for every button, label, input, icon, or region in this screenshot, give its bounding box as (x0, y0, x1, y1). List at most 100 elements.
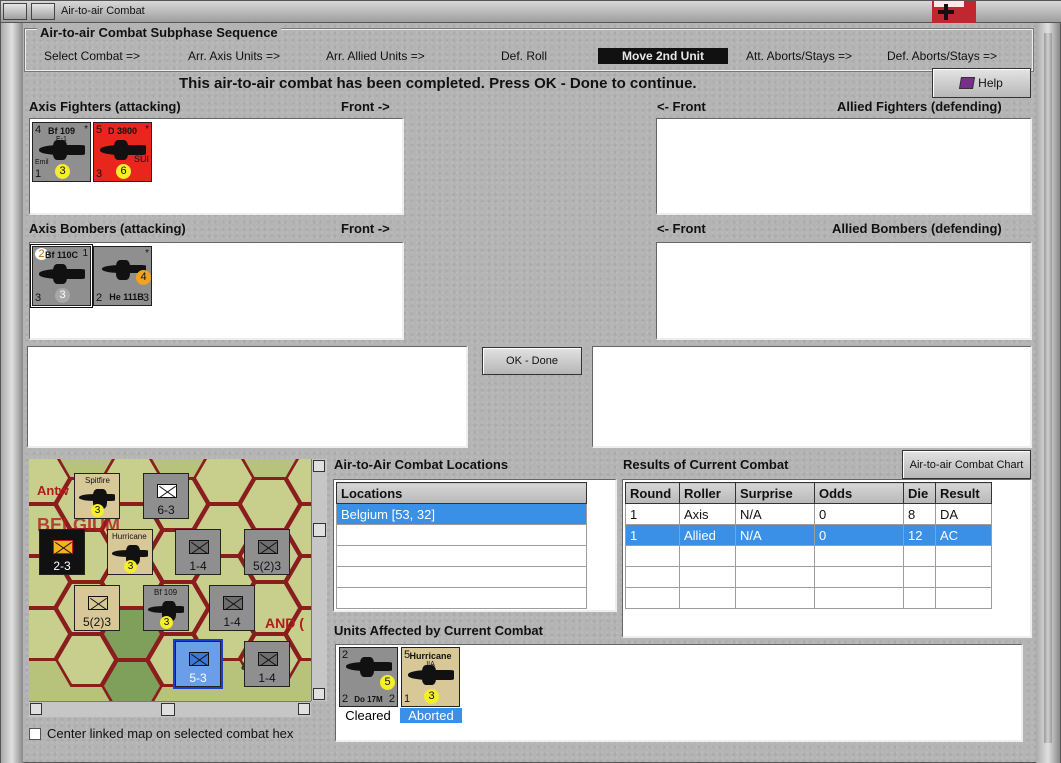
counter-type: Bf 109 (47, 126, 75, 136)
affected-unit-counter[interactable]: 2 5 2 Do 17M 2 (339, 647, 398, 707)
axis-bomber-counter[interactable]: * 4 2 He 111B 3 (93, 246, 152, 306)
map-unit-counter[interactable]: 6-3 (143, 473, 189, 519)
subphase-title: Air-to-air Combat Subphase Sequence (37, 25, 281, 40)
cell-odds: 0 (814, 503, 904, 525)
allied-fighters-panel[interactable] (656, 118, 1032, 215)
cell-die: 8 (903, 503, 936, 525)
locations-header: Locations (336, 482, 587, 504)
system-menu-button[interactable] (3, 3, 27, 20)
unit-status-aborted: Aborted (400, 708, 462, 723)
map-fighter-counter[interactable]: Bf 109 3 (143, 585, 189, 631)
allied-fighters-label: Allied Fighters (defending) (837, 99, 1002, 114)
bomber-plane-icon (39, 264, 85, 284)
location-row[interactable] (336, 524, 587, 546)
allied-info-panel (592, 346, 1032, 448)
scroll-up-icon[interactable] (313, 460, 325, 472)
counter-nation: SUI (133, 154, 149, 164)
map-unit-value: 6-3 (157, 503, 175, 517)
results-row[interactable] (625, 566, 992, 588)
location-row[interactable] (336, 545, 587, 567)
cell-round: 1 (625, 503, 680, 525)
scroll-left-icon[interactable] (30, 703, 42, 715)
counter-center: 4 (136, 270, 151, 285)
location-cell[interactable] (336, 566, 587, 588)
axis-fighters-label: Axis Fighters (attacking) (29, 99, 181, 114)
cell-result: AC (935, 524, 992, 546)
center-map-checkbox[interactable] (29, 728, 41, 740)
axis-fighter-counter[interactable]: 5 D 3800 * SUI 3 6 (93, 122, 152, 182)
allied-bombers-front: <- Front (657, 221, 706, 236)
map-unit-counter[interactable]: 1-4 (175, 529, 221, 575)
combat-chart-label: Air-to-air Combat Chart (909, 458, 1024, 471)
map-fighter-counter[interactable]: Spitfire 3 (74, 473, 120, 519)
unit-symbol-icon (258, 540, 278, 554)
combat-chart-button[interactable]: Air-to-air Combat Chart (902, 450, 1031, 479)
results-row[interactable]: 1 Allied N/A 0 12 AC (625, 524, 992, 546)
map-hscroll-thumb[interactable] (161, 703, 175, 716)
map-unit-counter[interactable]: 1-4 (244, 641, 290, 687)
linked-map[interactable]: Antw BELGIUM AND ( arl Spitfire 3 6-3 2-… (29, 459, 311, 701)
location-row[interactable]: Belgium [53, 32] (336, 503, 587, 525)
counter-range: 3 (96, 168, 103, 180)
map-unit-value: 5(2)3 (82, 615, 111, 629)
counter-move: 6 (116, 164, 131, 179)
map-fighter-value: 3 (160, 616, 173, 629)
axis-bomber-counter[interactable]: 2 Bf 110C 1 3 3 (30, 244, 93, 308)
map-unit-counter[interactable]: 5(2)3 (74, 585, 120, 631)
map-fighter-value: 3 (124, 560, 137, 573)
map-vscroll-thumb[interactable] (313, 523, 326, 537)
location-cell[interactable]: Belgium [53, 32] (336, 503, 587, 525)
counter-br: 3 (142, 292, 149, 304)
unit-symbol-icon (53, 540, 73, 554)
scroll-down-icon[interactable] (313, 688, 325, 700)
axis-fighter-counter[interactable]: 4 Bf 109 E-1 * Emil 1 3 (32, 122, 91, 182)
results-row[interactable] (625, 545, 992, 567)
col-result: Result (935, 482, 992, 504)
map-fighter-type: Bf 109 (154, 588, 178, 597)
col-roller: Roller (679, 482, 736, 504)
results-row[interactable] (625, 587, 992, 609)
location-cell[interactable] (336, 524, 587, 546)
map-unit-counter[interactable]: 5(2)3 (244, 529, 290, 575)
step-move-2nd-unit: Move 2nd Unit (598, 48, 729, 64)
counter-center: 3 (55, 288, 70, 303)
axis-bombers-panel[interactable]: 2 Bf 110C 1 3 3 * 4 2 He 111B 3 (29, 242, 404, 340)
results-row[interactable]: 1 Axis N/A 0 8 DA (625, 503, 992, 525)
counter-star: * (145, 124, 149, 135)
map-label: AND ( (265, 615, 304, 631)
affected-unit-counter[interactable]: 5 Hurricane IIA 1 3 (401, 647, 460, 707)
map-vertical-scrollbar[interactable] (311, 459, 327, 701)
map-unit-counter[interactable]: 5-3 (173, 639, 223, 689)
help-button[interactable]: Help (932, 68, 1031, 98)
step-arr-allied: Arr. Allied Units => (326, 49, 425, 63)
results-header-row: Round Roller Surprise Odds Die Result (625, 482, 992, 504)
map-unit-value: 1-4 (258, 671, 276, 685)
german-flag-icon (932, 1, 976, 23)
counter-range: 1 (35, 168, 42, 180)
map-horizontal-scrollbar[interactable] (29, 701, 311, 717)
restore-button[interactable] (31, 3, 55, 20)
cell-roller: Allied (679, 524, 736, 546)
axis-fighters-panel[interactable]: 4 Bf 109 E-1 * Emil 1 3 5 D 3800 * SUI 3… (29, 118, 404, 215)
scroll-right-icon[interactable] (298, 703, 310, 715)
map-fighter-counter[interactable]: Hurricane 3 (107, 529, 153, 575)
map-unit-counter[interactable]: 1-4 (209, 585, 255, 631)
location-cell[interactable] (336, 587, 587, 609)
ok-done-button[interactable]: OK - Done (482, 347, 582, 375)
map-unit-value: 5(2)3 (252, 559, 281, 573)
step-arr-axis: Arr. Axis Units => (188, 49, 281, 63)
col-surprise: Surprise (735, 482, 815, 504)
counter-br: 2 (388, 693, 395, 705)
map-unit-counter[interactable]: 2-3 (39, 529, 85, 575)
unit-status-cleared: Cleared (345, 708, 391, 723)
step-def-aborts: Def. Aborts/Stays => (887, 49, 998, 63)
location-row[interactable] (336, 587, 587, 609)
allied-bombers-panel[interactable] (656, 242, 1032, 340)
fighter-plane-icon (39, 140, 85, 160)
map-fighter-type: Spitfire (85, 476, 110, 485)
location-row[interactable] (336, 566, 587, 588)
step-att-aborts: Att. Aborts/Stays => (746, 49, 853, 63)
air-combat-window: Air-to-air Combat Air-to-air Combat Subp… (0, 0, 1061, 763)
locations-list[interactable]: Locations Belgium [53, 32] (333, 479, 617, 612)
location-cell[interactable] (336, 545, 587, 567)
